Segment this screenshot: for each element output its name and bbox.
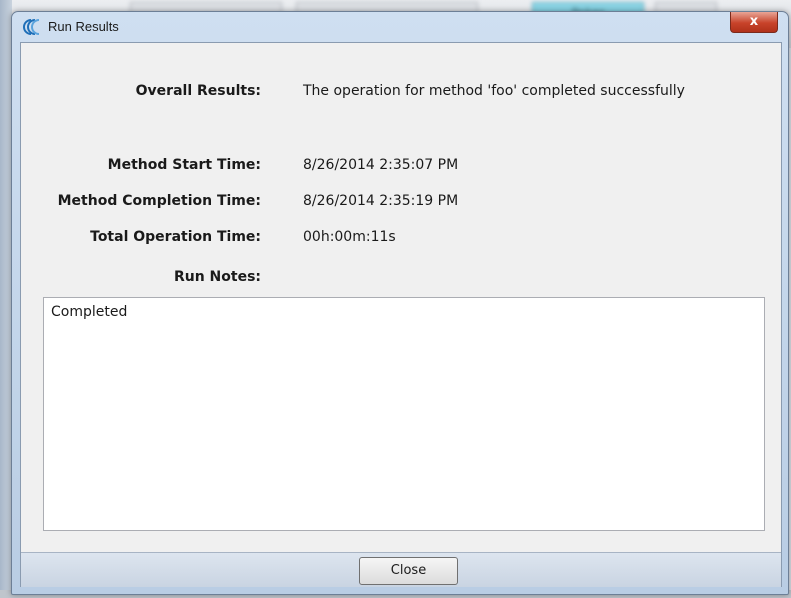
overall-results-value: The operation for method 'foo' completed… — [303, 83, 685, 99]
method-start-time-label: Method Start Time: — [107, 157, 261, 173]
window-close-button[interactable]: x — [730, 12, 778, 33]
method-start-time-value: 8/26/2014 2:35:07 PM — [303, 157, 459, 173]
dialog-footer: Close — [21, 552, 781, 587]
total-operation-time-label: Total Operation Time: — [90, 229, 261, 245]
window-title: Run Results — [48, 19, 119, 34]
run-notes-label: Run Notes: — [173, 269, 261, 285]
total-operation-time-value: 00h:00m:11s — [303, 229, 396, 245]
screen: Update Pause Poker Run Results x Overall… — [0, 0, 791, 598]
close-button[interactable]: Close — [359, 557, 458, 585]
method-completion-time-value: 8/26/2014 2:35:19 PM — [303, 193, 459, 209]
run-notes-textarea[interactable]: Completed — [43, 297, 765, 531]
overall-results-label: Overall Results: — [135, 83, 261, 99]
run-results-dialog: Run Results x Overall Results: The opera… — [11, 11, 789, 595]
app-logo-icon — [23, 19, 40, 35]
title-bar[interactable]: Run Results x — [12, 12, 788, 42]
dialog-content: Overall Results: The operation for metho… — [20, 42, 782, 587]
run-notes-text: Completed — [51, 304, 128, 320]
method-completion-time-label: Method Completion Time: — [57, 193, 261, 209]
